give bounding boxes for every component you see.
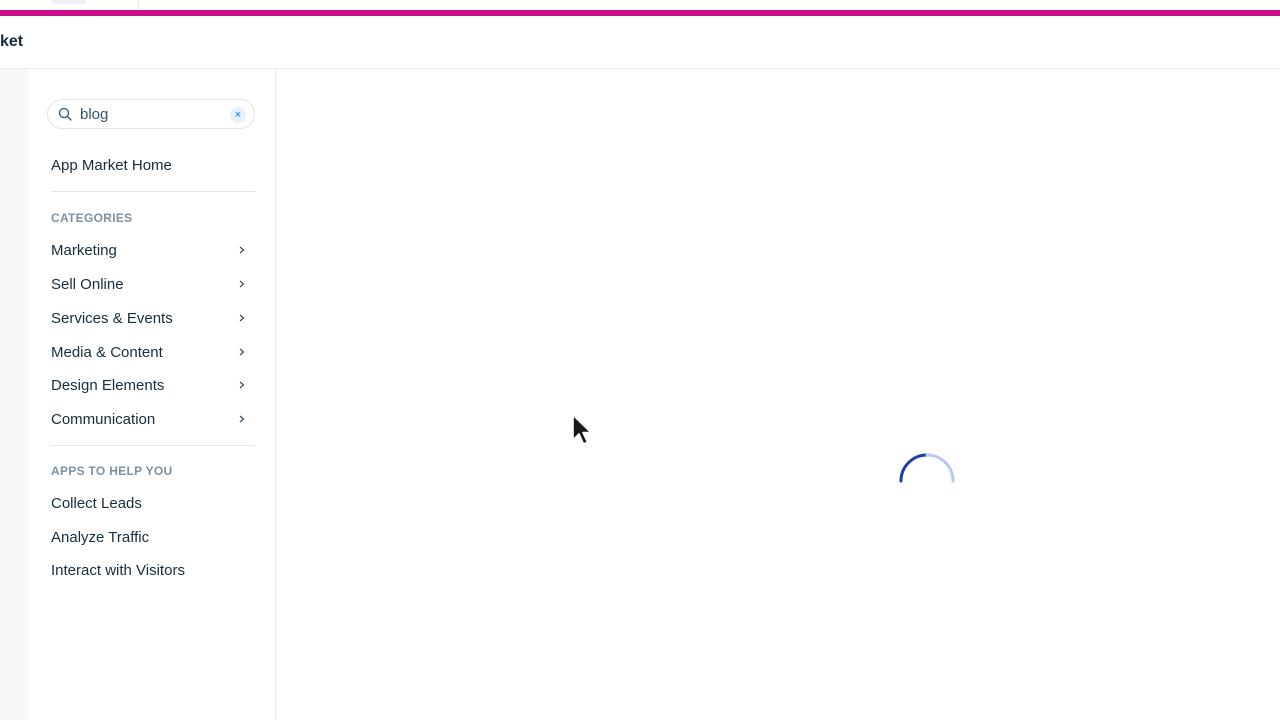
search-box[interactable]: × — [47, 99, 255, 129]
left-gutter — [0, 69, 29, 720]
sidebar-item-label: Collect Leads — [51, 495, 142, 512]
page-title: ket — [0, 33, 24, 50]
sidebar-item-app-market-home[interactable]: App Market Home — [51, 157, 172, 174]
divider — [51, 445, 255, 446]
sidebar-item-interact-with-visitors[interactable]: Interact with Visitors — [51, 562, 255, 584]
sidebar-item-label: Marketing — [51, 242, 117, 259]
close-icon: × — [234, 109, 242, 121]
sidebar-item-label: Services & Events — [51, 310, 173, 327]
clear-search-button[interactable]: × — [230, 107, 246, 123]
sidebar-item-services-events[interactable]: Services & Events — [51, 310, 255, 332]
sidebar-item-label: Communication — [51, 411, 156, 428]
sidebar-item-label: Analyze Traffic — [51, 529, 150, 546]
tab-separator — [138, 0, 139, 9]
sidebar-item-sell-online[interactable]: Sell Online — [51, 276, 255, 298]
sidebar-item-label: Design Elements — [51, 377, 165, 394]
search-input[interactable] — [80, 104, 230, 124]
sidebar-item-design-elements[interactable]: Design Elements — [51, 377, 255, 399]
sidebar-item-marketing[interactable]: Marketing — [51, 242, 255, 264]
sidebar-item-label: Sell Online — [51, 276, 124, 293]
apps-to-help-heading: APPS TO HELP YOU — [51, 464, 173, 478]
loading-spinner-icon — [899, 453, 955, 483]
sidebar-item-label: Interact with Visitors — [51, 562, 185, 579]
chevron-right-icon — [239, 314, 245, 322]
page-header: ket — [0, 16, 1280, 69]
categories-heading: CATEGORIES — [51, 211, 133, 225]
sidebar-item-label: Media & Content — [51, 344, 163, 361]
chevron-right-icon — [239, 246, 245, 254]
sidebar-item-collect-leads[interactable]: Collect Leads — [51, 495, 255, 517]
sidebar-item-communication[interactable]: Communication — [51, 411, 255, 433]
browser-tab-stub[interactable] — [52, 0, 86, 4]
chevron-right-icon — [239, 280, 245, 288]
search-icon — [58, 107, 72, 121]
chevron-right-icon — [239, 415, 245, 423]
mouse-pointer-icon — [572, 414, 592, 445]
sidebar-item-media-content[interactable]: Media & Content — [51, 344, 255, 366]
chevron-right-icon — [239, 348, 245, 356]
browser-top-strip — [0, 0, 1280, 10]
sidebar: × App Market Home CATEGORIES Marketing S… — [29, 69, 276, 720]
chevron-right-icon — [239, 381, 245, 389]
divider — [51, 191, 255, 192]
main-content — [277, 69, 1280, 720]
sidebar-item-analyze-traffic[interactable]: Analyze Traffic — [51, 529, 255, 551]
